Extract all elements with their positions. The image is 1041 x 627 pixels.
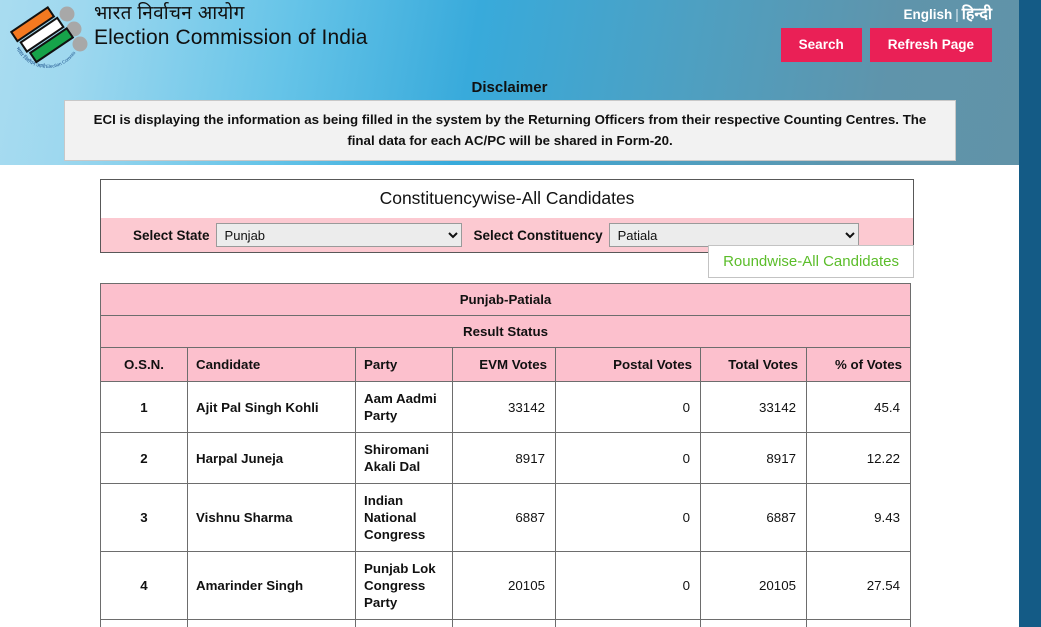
header-actions: Search Refresh Page	[780, 28, 992, 62]
cell-evm-votes: 1521	[452, 619, 556, 627]
cell-osn: 3	[100, 483, 188, 553]
right-edge-strip	[1019, 0, 1041, 627]
eci-logo: भारत निर्वाचन आयोग Election Commission o…	[10, 4, 88, 70]
site-header: भारत निर्वाचन आयोग Election Commission o…	[0, 0, 1019, 165]
constituency-select[interactable]: Patiala	[608, 223, 859, 247]
cell-candidate: Vishnu Sharma	[187, 483, 356, 553]
column-header-candidate: Candidate	[187, 347, 356, 382]
column-header-postal-votes: Postal Votes	[555, 347, 701, 382]
cell-osn: 4	[100, 551, 188, 621]
column-header-row: O.S.N. Candidate Party EVM Votes Postal …	[100, 347, 911, 382]
cell-party: Shiromani Akali Dal	[355, 432, 453, 485]
results-table: Punjab-Patiala Result Status O.S.N. Cand…	[100, 283, 911, 627]
cell-postal-votes: 0	[555, 619, 701, 627]
status-banner-row: Result Status	[100, 315, 911, 348]
brand-title-hindi: भारत निर्वाचन आयोग	[94, 3, 245, 24]
cell-postal-votes: 0	[555, 483, 701, 553]
table-row: 3 Vishnu Sharma Indian National Congress 68…	[100, 483, 911, 553]
cell-osn: 2	[100, 432, 188, 485]
constituency-banner-row: Punjab-Patiala	[100, 283, 911, 316]
lang-link-english[interactable]: English	[903, 7, 952, 22]
cell-pct-votes: 2.08	[806, 619, 911, 627]
results-table-body: 1 Ajit Pal Singh Kohli Aam Aadmi Party 3314…	[100, 380, 911, 627]
table-row: 5Naunihal SinghShiromani Akali Dal (Amri…	[100, 619, 911, 627]
cell-candidate: Amarinder Singh	[187, 551, 356, 621]
disclaimer-title: Disclaimer	[471, 79, 548, 96]
cell-postal-votes: 0	[555, 432, 701, 485]
cell-total-votes: 1521	[700, 619, 807, 627]
column-header-party: Party	[355, 347, 453, 382]
cell-total-votes: 8917	[700, 432, 807, 485]
brand-title-block: भारत निर्वाचन आयोग Election Commission o…	[94, 3, 368, 50]
cell-candidate: Naunihal Singh	[187, 619, 356, 627]
result-status-banner: Result Status	[100, 315, 911, 348]
cell-pct-votes: 9.43	[806, 483, 911, 553]
cell-total-votes: 6887	[700, 483, 807, 553]
main-content: Constituencywise-All Candidates Select S…	[0, 165, 1019, 627]
cell-osn: 1	[100, 380, 188, 434]
panel-title: Constituencywise-All Candidates	[101, 180, 913, 218]
cell-total-votes: 20105	[700, 551, 807, 621]
state-select[interactable]: Punjab	[215, 223, 462, 247]
cell-evm-votes: 6887	[452, 483, 556, 553]
column-header-pct-votes: % of Votes	[806, 347, 911, 382]
cell-pct-votes: 27.54	[806, 551, 911, 621]
cell-postal-votes: 0	[555, 551, 701, 621]
table-row: 2 Harpal Juneja Shiromani Akali Dal 8917 0 89…	[100, 432, 911, 485]
roundwise-all-candidates-button[interactable]: Roundwise-All Candidates	[708, 245, 914, 278]
select-state-label: Select State	[133, 227, 210, 243]
cell-evm-votes: 8917	[452, 432, 556, 485]
lang-link-hindi[interactable]: हिन्दी	[962, 6, 992, 23]
column-header-osn: O.S.N.	[100, 347, 188, 382]
table-row: 4 Amarinder Singh Punjab Lok Congress Part…	[100, 551, 911, 621]
constituency-banner: Punjab-Patiala	[100, 283, 911, 316]
roundwise-button-wrap: Roundwise-All Candidates	[708, 245, 914, 278]
column-header-evm-votes: EVM Votes	[452, 347, 556, 382]
cell-candidate: Ajit Pal Singh Kohli	[187, 380, 356, 434]
search-button[interactable]: Search	[780, 28, 862, 62]
cell-pct-votes: 12.22	[806, 432, 911, 485]
cell-pct-votes: 45.4	[806, 380, 911, 434]
refresh-page-button[interactable]: Refresh Page	[869, 28, 992, 62]
brand-title-english: Election Commission of India	[94, 26, 368, 50]
cell-evm-votes: 20105	[452, 551, 556, 621]
results-table-wrap: Punjab-Patiala Result Status O.S.N. Cand…	[100, 283, 911, 627]
column-header-total-votes: Total Votes	[700, 347, 807, 382]
language-switcher: English | हिन्दी	[903, 2, 992, 24]
cell-party: Shiromani Akali Dal (Amritsar) (Simranji…	[355, 619, 453, 627]
select-constituency-label: Select Constituency	[473, 227, 603, 243]
cell-evm-votes: 33142	[452, 380, 556, 434]
lang-separator: |	[955, 7, 959, 22]
cell-osn: 5	[100, 619, 188, 627]
cell-party: Aam Aadmi Party	[355, 380, 453, 434]
disclaimer-text: ECI is displaying the information as bei…	[64, 100, 956, 162]
cell-party: Indian National Congress	[355, 483, 453, 553]
cell-total-votes: 33142	[700, 380, 807, 434]
table-row: 1 Ajit Pal Singh Kohli Aam Aadmi Party 3314…	[100, 380, 911, 434]
selection-panel: Constituencywise-All Candidates Select S…	[100, 179, 914, 253]
cell-party: Punjab Lok Congress Party	[355, 551, 453, 621]
page-root: भारत निर्वाचन आयोग Election Commission o…	[0, 0, 1041, 627]
cell-candidate: Harpal Juneja	[187, 432, 356, 485]
cell-postal-votes: 0	[555, 380, 701, 434]
